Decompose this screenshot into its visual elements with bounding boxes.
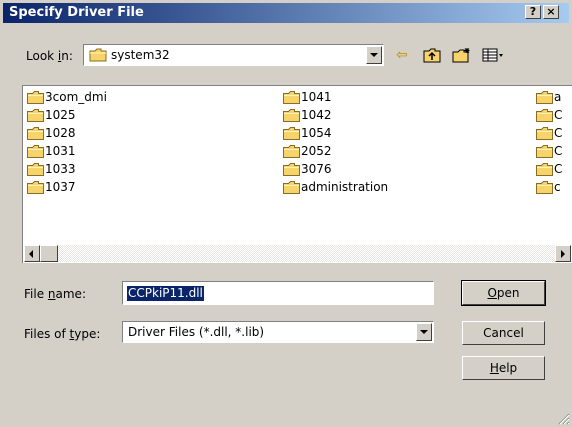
- folder-icon: [89, 48, 107, 62]
- window-title: Specify Driver File: [9, 5, 144, 20]
- close-title-button[interactable]: ×: [543, 5, 559, 19]
- chevron-down-icon: [370, 53, 378, 57]
- folder-icon: [27, 127, 44, 140]
- arrow-left-icon: [29, 250, 33, 258]
- folder-icon: [536, 181, 553, 194]
- chevron-down-icon: [420, 330, 428, 334]
- file-list[interactable]: 3com_dmi 1025 1028 1031 1033 1037 1041 1…: [22, 85, 572, 263]
- folder-icon: [283, 109, 300, 122]
- scrollbar-thumb[interactable]: [40, 245, 58, 262]
- folder-icon: [283, 127, 300, 140]
- scroll-right-button[interactable]: [555, 245, 571, 262]
- folder-icon: [536, 145, 553, 158]
- folder-icon: [27, 109, 44, 122]
- folder-icon: [536, 127, 553, 140]
- help-button[interactable]: Help: [462, 356, 545, 380]
- new-folder-icon[interactable]: [452, 47, 472, 65]
- view-menu-icon[interactable]: [482, 47, 506, 65]
- folder-icon: [27, 145, 44, 158]
- folder-icon: [536, 109, 553, 122]
- folder-icon: [283, 145, 300, 158]
- file-name-label: File name:: [24, 287, 86, 301]
- folder-icon: [536, 91, 553, 104]
- horizontal-scrollbar[interactable]: [24, 245, 571, 262]
- help-title-button[interactable]: ?: [525, 5, 541, 19]
- folder-icon: [27, 181, 44, 194]
- folder-icon: [536, 163, 553, 176]
- folder-icon: [27, 163, 44, 176]
- file-name-input[interactable]: CCPkiP11.dll: [122, 281, 434, 305]
- file-type-label: Files of type:: [24, 327, 101, 341]
- look-in-dropdown-button[interactable]: [366, 46, 382, 64]
- look-in-label: Look in:: [26, 49, 73, 63]
- arrow-right-icon: [561, 250, 565, 258]
- folder-icon: [283, 181, 300, 194]
- title-bar[interactable]: Specify Driver File ? ×: [3, 3, 569, 23]
- open-button[interactable]: Open: [461, 280, 546, 306]
- resize-grip-icon[interactable]: [558, 413, 570, 425]
- folder-icon: [283, 163, 300, 176]
- back-arrow-icon[interactable]: ⇦: [396, 47, 408, 65]
- folder-icon: [283, 91, 300, 104]
- folder-icon: [27, 91, 44, 104]
- up-folder-icon[interactable]: [423, 47, 441, 65]
- specify-driver-file-dialog: Specify Driver File ? × Look in: system3…: [0, 0, 572, 427]
- file-type-combobox[interactable]: Driver Files (*.dll, *.lib): [122, 321, 434, 343]
- file-type-value: Driver Files (*.dll, *.lib): [128, 325, 265, 339]
- file-type-dropdown-button[interactable]: [416, 323, 432, 341]
- scroll-left-button[interactable]: [24, 245, 40, 262]
- look-in-combobox[interactable]: system32: [83, 44, 384, 66]
- cancel-button[interactable]: Cancel: [462, 321, 545, 345]
- file-name-value: CCPkiP11.dll: [127, 286, 204, 301]
- look-in-value: system32: [111, 48, 170, 62]
